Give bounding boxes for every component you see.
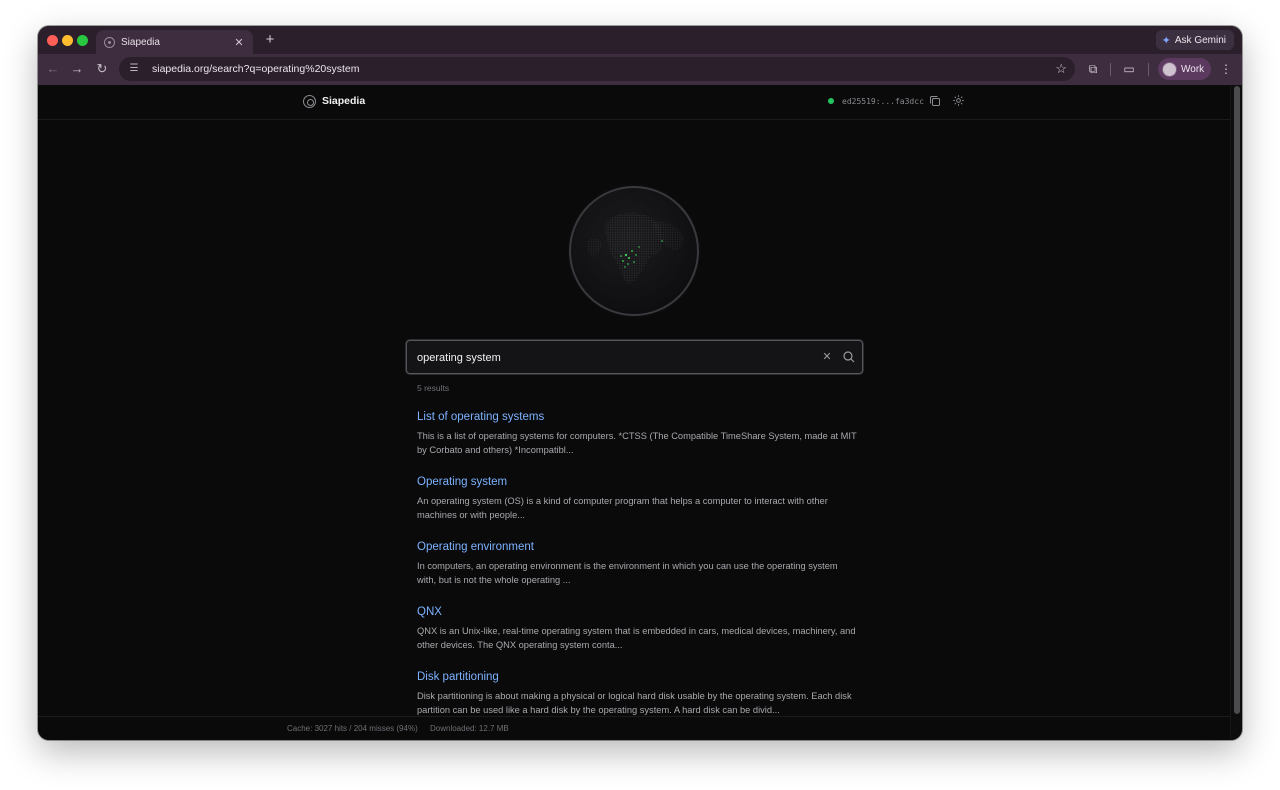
key-id: ed25519:...fa3dcc — [842, 97, 924, 106]
browser-window: Siapedia ✕ + ✦ Ask Gemini ← → ↻ ☰ siaped… — [38, 26, 1242, 740]
result-snippet: Disk partitioning is about making a phys… — [417, 691, 852, 715]
browser-toolbar: ← → ↻ ☰ siapedia.org/search?q=operating%… — [38, 54, 1242, 85]
result-title-link[interactable]: List of operating systems — [417, 411, 857, 423]
ask-gemini-label: Ask Gemini — [1174, 34, 1226, 46]
close-window-button[interactable] — [47, 35, 58, 46]
new-tab-button[interactable]: + — [262, 31, 278, 49]
side-panel-icon[interactable]: ▭ — [1121, 61, 1137, 77]
tab-siapedia[interactable]: Siapedia ✕ — [96, 30, 253, 54]
connection-status-dot — [828, 98, 834, 104]
menu-icon[interactable]: ⋮ — [1218, 61, 1234, 77]
ask-gemini-button[interactable]: ✦ Ask Gemini — [1155, 30, 1234, 50]
tab-title: Siapedia — [121, 36, 160, 48]
results-list: List of operating systems This is a list… — [417, 411, 857, 736]
cache-stats: Cache: 3027 hits / 204 misses (94%) — [287, 724, 418, 733]
reload-icon[interactable]: ↻ — [93, 60, 111, 78]
download-stats: Downloaded: 12.7 MB — [430, 724, 509, 733]
forward-icon[interactable]: → — [68, 60, 86, 78]
logo-icon[interactable] — [303, 95, 316, 108]
profile-button[interactable]: Work — [1158, 58, 1211, 80]
copy-icon[interactable] — [929, 95, 941, 107]
zoom-window-button[interactable] — [77, 35, 88, 46]
page-scrollbar[interactable] — [1230, 85, 1242, 740]
clear-search-icon[interactable]: ✕ — [821, 350, 833, 363]
toolbar-divider — [1110, 63, 1111, 76]
result-item: QNX QNX is an Unix-like, real-time opera… — [417, 606, 857, 671]
toolbar-divider — [1148, 63, 1149, 76]
gemini-sparkle-icon: ✦ — [1161, 34, 1171, 47]
status-footer: Cache: 3027 hits / 204 misses (94%) Down… — [38, 716, 1230, 740]
result-item: List of operating systems This is a list… — [417, 411, 857, 476]
page-viewport: Siapedia ed25519:...fa3dcc operating sys… — [38, 85, 1242, 740]
result-item: Operating system An operating system (OS… — [417, 476, 857, 541]
address-bar[interactable]: ☰ siapedia.org/search?q=operating%20syst… — [119, 57, 1075, 81]
globe-visualization — [566, 183, 702, 319]
settings-gear-icon[interactable] — [952, 94, 965, 107]
result-snippet: An operating system (OS) is a kind of co… — [417, 496, 828, 520]
result-title-link[interactable]: QNX — [417, 606, 857, 618]
scrollbar-thumb[interactable] — [1234, 86, 1240, 714]
bookmark-star-icon[interactable]: ☆ — [1055, 61, 1067, 77]
site-info-icon[interactable]: ☰ — [127, 62, 141, 76]
result-item: Operating environment In computers, an o… — [417, 541, 857, 606]
result-snippet: This is a list of operating systems for … — [417, 431, 857, 455]
search-icon[interactable] — [842, 350, 856, 364]
back-icon[interactable]: ← — [44, 60, 62, 78]
extensions-icon[interactable]: ⧉ — [1085, 61, 1101, 77]
minimize-window-button[interactable] — [62, 35, 73, 46]
avatar — [1162, 61, 1177, 77]
result-title-link[interactable]: Operating environment — [417, 541, 857, 553]
result-snippet: QNX is an Unix-like, real-time operating… — [417, 626, 856, 650]
app-header: Siapedia ed25519:...fa3dcc — [38, 85, 1230, 120]
result-title-link[interactable]: Disk partitioning — [417, 671, 857, 683]
tab-strip: Siapedia ✕ + ✦ Ask Gemini — [38, 26, 1242, 54]
search-input[interactable] — [417, 348, 812, 368]
close-tab-icon[interactable]: ✕ — [233, 36, 245, 49]
search-box: ✕ — [406, 340, 863, 374]
url-text[interactable]: siapedia.org/search?q=operating%20system — [152, 63, 1055, 75]
results-count: 5 results — [417, 383, 450, 393]
result-snippet: In computers, an operating environment i… — [417, 561, 838, 585]
favicon-icon — [104, 36, 115, 48]
profile-label: Work — [1181, 63, 1205, 75]
result-title-link[interactable]: Operating system — [417, 476, 857, 488]
brand-name[interactable]: Siapedia — [322, 95, 365, 107]
